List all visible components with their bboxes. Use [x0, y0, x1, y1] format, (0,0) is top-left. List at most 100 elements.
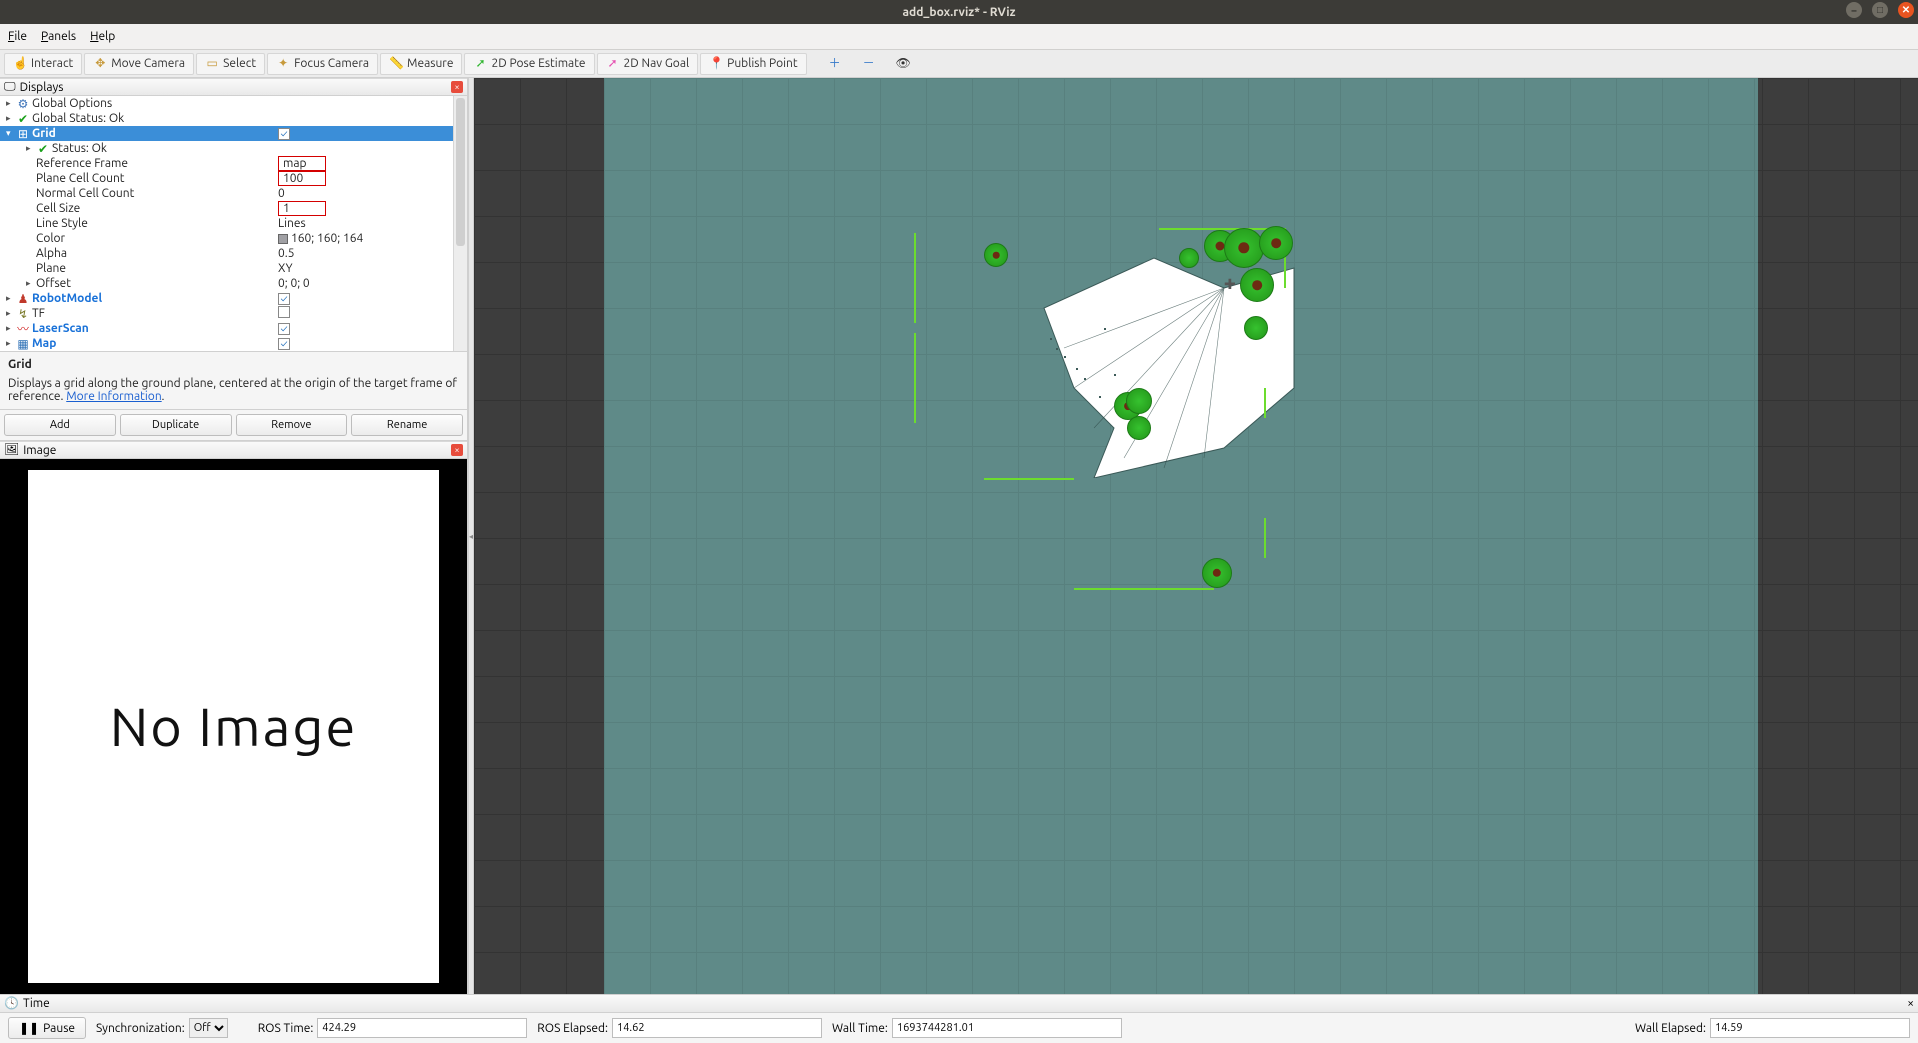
grid-status-item[interactable]: ▸✔Status: Ok	[0, 141, 453, 156]
grid-checkbox[interactable]: ✓	[278, 128, 290, 140]
normal-cell-count-value[interactable]: 0	[278, 187, 285, 200]
grid-status-label: Status: Ok	[52, 142, 107, 155]
move-camera-tool[interactable]: ✥Move Camera	[84, 53, 194, 75]
robot-icon: ♟	[16, 292, 30, 306]
pause-button[interactable]: ❚❚Pause	[8, 1017, 86, 1039]
maximize-button[interactable]: □	[1872, 2, 1888, 18]
remove-button[interactable]: Remove	[236, 414, 348, 436]
color-row[interactable]: Color 160; 160; 164	[0, 231, 453, 246]
duplicate-button[interactable]: Duplicate	[120, 414, 232, 436]
wall-time-field[interactable]	[892, 1018, 1122, 1038]
robotmodel-checkbox[interactable]: ✓	[278, 293, 290, 305]
add-tool-button[interactable]: ＋	[819, 53, 851, 75]
panel-close-button[interactable]: ×	[451, 81, 463, 93]
map-item[interactable]: ▸▦Map✓	[0, 336, 453, 351]
time-panel-body: ❚❚Pause Synchronization: Off ROS Time: R…	[0, 1013, 1918, 1043]
wall-time-label: Wall Time:	[832, 1022, 888, 1035]
map-label: Map	[32, 337, 56, 350]
toolbar: ☝ Interact ✥Move Camera ▭Select ✦Focus Ca…	[0, 50, 1918, 78]
tf-checkbox[interactable]	[278, 306, 290, 318]
close-button[interactable]: ✕	[1898, 2, 1914, 18]
displays-tree[interactable]: ▸⚙Global Options ▸✔Global Status: Ok ▾⊞G…	[0, 96, 467, 352]
wall-elapsed-field[interactable]	[1710, 1018, 1910, 1038]
grid-item[interactable]: ▾⊞Grid✓	[0, 126, 453, 141]
global-status-item[interactable]: ▸✔Global Status: Ok	[0, 111, 453, 126]
arrow-green-icon: ➚	[473, 57, 487, 71]
rename-button[interactable]: Rename	[351, 414, 463, 436]
remove-tool-button[interactable]: －	[853, 53, 885, 75]
nav-goal-tool[interactable]: ➚2D Nav Goal	[597, 53, 699, 75]
add-button[interactable]: Add	[4, 414, 116, 436]
green-line	[914, 333, 916, 423]
alpha-value[interactable]: 0.5	[278, 247, 295, 260]
displays-panel-header[interactable]: 🖵 Displays ×	[0, 78, 467, 96]
plane-cell-count-value[interactable]: 100	[278, 171, 326, 186]
tree-scrollbar[interactable]	[453, 96, 467, 351]
no-image-placeholder: No Image	[28, 470, 439, 984]
cell-size-value[interactable]: 1	[278, 201, 326, 216]
time-panel-header[interactable]: 🕓 Time ×	[0, 995, 1918, 1013]
menu-panels[interactable]: Panels	[41, 30, 76, 43]
interact-tool[interactable]: ☝ Interact	[4, 53, 82, 75]
plane-cell-count-row[interactable]: Plane Cell Count 100	[0, 171, 453, 186]
pose-estimate-tool[interactable]: ➚2D Pose Estimate	[464, 53, 594, 75]
line-style-value[interactable]: Lines	[278, 217, 306, 230]
image-panel-header[interactable]: 🖼 Image ×	[0, 441, 467, 459]
global-options-item[interactable]: ▸⚙Global Options	[0, 96, 453, 111]
select-tool[interactable]: ▭Select	[196, 53, 265, 75]
image-panel-title: Image	[23, 444, 56, 457]
property-tree[interactable]: ▸⚙Global Options ▸✔Global Status: Ok ▾⊞G…	[0, 96, 453, 351]
tool-properties-button[interactable]: 👁	[887, 53, 919, 75]
marker	[1126, 388, 1152, 414]
image-panel-close[interactable]: ×	[451, 444, 463, 456]
scrollbar-thumb[interactable]	[456, 98, 465, 246]
laserscan-item[interactable]: ▸〰LaserScan✓	[0, 321, 453, 336]
titlebar: add_box.rviz* - RViz – □ ✕	[0, 0, 1918, 24]
plane-cell-count-label: Plane Cell Count	[36, 172, 125, 185]
publish-point-tool[interactable]: 📍Publish Point	[700, 53, 806, 75]
tf-item[interactable]: ▸↯TF	[0, 306, 453, 321]
robotmodel-item[interactable]: ▸♟RobotModel✓	[0, 291, 453, 306]
window-controls: – □ ✕	[1846, 2, 1914, 18]
more-info-link[interactable]: More Information	[66, 390, 161, 403]
plane-value[interactable]: XY	[278, 262, 293, 275]
cell-size-row[interactable]: Cell Size 1	[0, 201, 453, 216]
laserscan-checkbox[interactable]: ✓	[278, 323, 290, 335]
arrow-pink-icon: ➚	[606, 57, 620, 71]
ros-elapsed-field[interactable]	[612, 1018, 822, 1038]
offset-value[interactable]: 0; 0; 0	[278, 277, 310, 290]
measure-tool[interactable]: 📏Measure	[380, 53, 462, 75]
menu-file[interactable]: File	[8, 30, 27, 43]
reference-frame-label: Reference Frame	[36, 157, 128, 170]
map-checkbox[interactable]: ✓	[278, 338, 290, 350]
reference-frame-value[interactable]: map	[278, 156, 326, 171]
offset-row[interactable]: ▸Offset0; 0; 0	[0, 276, 453, 291]
reference-frame-row[interactable]: Reference Frame map	[0, 156, 453, 171]
map-icon: ▦	[16, 337, 30, 351]
image-view[interactable]: No Image	[0, 459, 467, 994]
marker	[984, 243, 1008, 267]
cell-size-label: Cell Size	[36, 202, 80, 215]
marker	[1240, 268, 1274, 302]
ros-time-group: ROS Time:	[258, 1018, 528, 1038]
focus-camera-label: Focus Camera	[294, 57, 369, 70]
green-line	[1074, 588, 1214, 590]
interact-label: Interact	[31, 57, 73, 70]
time-panel-close[interactable]: ×	[1907, 997, 1914, 1010]
color-value[interactable]: 160; 160; 164	[291, 232, 363, 245]
ros-elapsed-group: ROS Elapsed:	[537, 1018, 822, 1038]
ros-time-field[interactable]	[317, 1018, 527, 1038]
alpha-row[interactable]: Alpha0.5	[0, 246, 453, 261]
normal-cell-count-row[interactable]: Normal Cell Count0	[0, 186, 453, 201]
menu-help[interactable]: Help	[90, 30, 115, 43]
synchronization-label: Synchronization:	[96, 1022, 185, 1035]
hand-icon: ☝	[13, 57, 27, 71]
3d-view[interactable]: ✚	[474, 78, 1918, 994]
focus-camera-tool[interactable]: ✦Focus Camera	[267, 53, 378, 75]
plane-row[interactable]: PlaneXY	[0, 261, 453, 276]
minimize-button[interactable]: –	[1846, 2, 1862, 18]
line-style-row[interactable]: Line StyleLines	[0, 216, 453, 231]
color-label: Color	[36, 232, 65, 245]
time-panel-title: Time	[23, 997, 50, 1010]
synchronization-select[interactable]: Off	[189, 1018, 228, 1038]
